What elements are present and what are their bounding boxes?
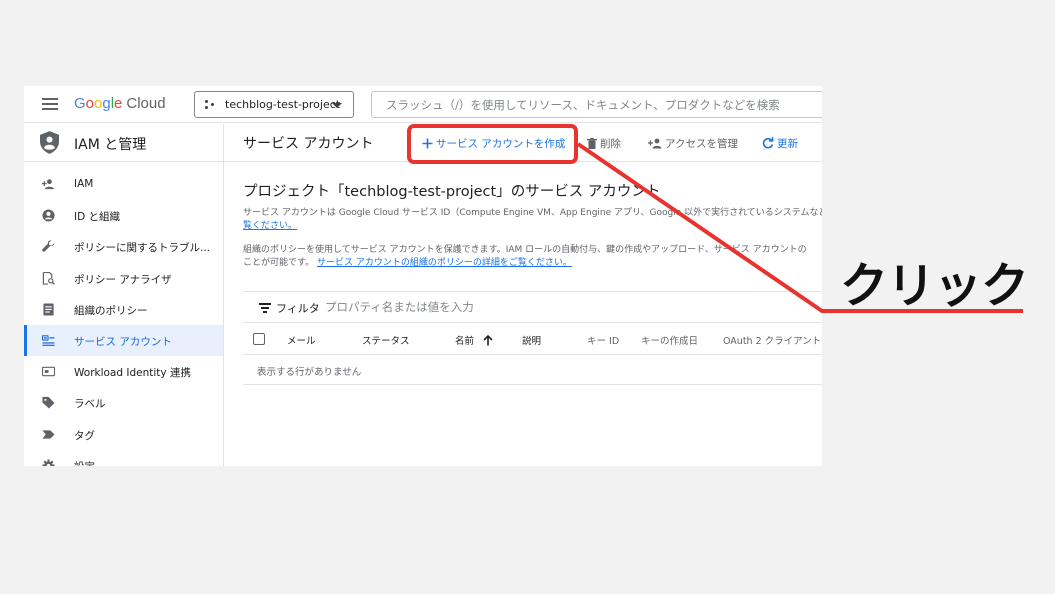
callout-text: クリック xyxy=(840,258,1029,314)
